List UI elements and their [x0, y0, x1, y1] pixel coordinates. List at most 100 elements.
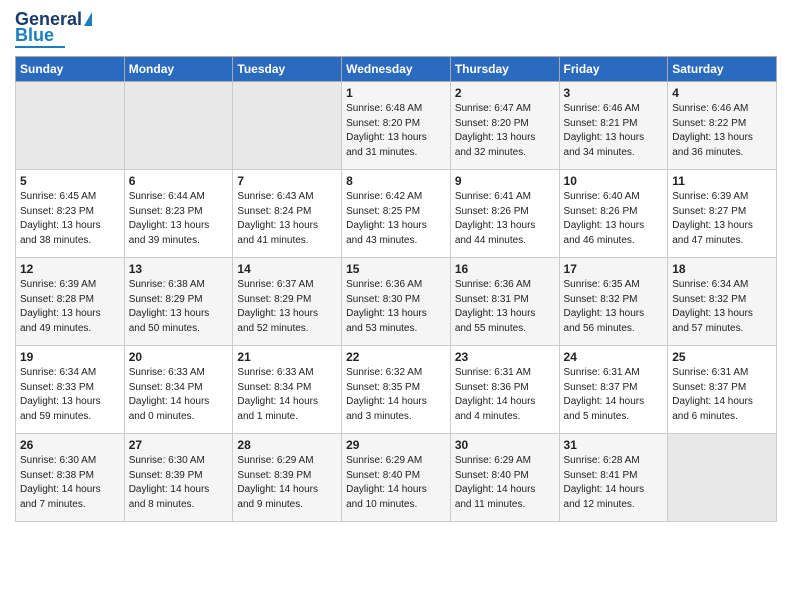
day-info: Sunrise: 6:31 AM Sunset: 8:37 PM Dayligh… [564, 366, 664, 424]
calendar-cell [16, 82, 125, 170]
calendar-header-row: SundayMondayTuesdayWednesdayThursdayFrid… [16, 57, 777, 82]
calendar-cell: 24 Sunrise: 6:31 AM Sunset: 8:37 PM Dayli… [559, 346, 668, 434]
day-number: 27 [129, 438, 229, 452]
calendar-cell [668, 434, 777, 522]
calendar-cell: 10Sunrise: 6:40 AM Sunset: 8:26 PM Dayli… [559, 170, 668, 258]
day-number: 19 [20, 350, 120, 364]
day-number: 31 [564, 438, 664, 452]
calendar-cell: 27 Sunrise: 6:30 AM Sunset: 8:39 PM Dayli… [124, 434, 233, 522]
day-number: 7 [237, 174, 337, 188]
week-row-4: 19 Sunrise: 6:34 AM Sunset: 8:33 PM Dayli… [16, 346, 777, 434]
day-number: 23 [455, 350, 555, 364]
day-number: 14 [237, 262, 337, 276]
day-number: 11 [672, 174, 772, 188]
day-number: 8 [346, 174, 446, 188]
day-info: Sunrise: 6:28 AM Sunset: 8:41 PM Dayligh… [564, 454, 664, 512]
day-number: 30 [455, 438, 555, 452]
col-header-sunday: Sunday [16, 57, 125, 82]
calendar-cell: 26 Sunrise: 6:30 AM Sunset: 8:38 PM Dayli… [16, 434, 125, 522]
calendar-table: SundayMondayTuesdayWednesdayThursdayFrid… [15, 56, 777, 522]
day-info: Sunrise: 6:29 AM Sunset: 8:39 PM Dayligh… [237, 454, 337, 512]
day-info: Sunrise: 6:46 AM Sunset: 8:22 PM Dayligh… [672, 102, 772, 160]
calendar-cell: 4 Sunrise: 6:46 AM Sunset: 8:22 PM Daylig… [668, 82, 777, 170]
day-info: Sunrise: 6:36 AM Sunset: 8:31 PM Dayligh… [455, 278, 555, 336]
day-number: 3 [564, 86, 664, 100]
week-row-5: 26 Sunrise: 6:30 AM Sunset: 8:38 PM Dayli… [16, 434, 777, 522]
day-info: Sunrise: 6:39 AM Sunset: 8:28 PM Dayligh… [20, 278, 120, 336]
calendar-cell: 6 Sunrise: 6:44 AM Sunset: 8:23 PM Daylig… [124, 170, 233, 258]
week-row-2: 5 Sunrise: 6:45 AM Sunset: 8:23 PM Daylig… [16, 170, 777, 258]
day-number: 26 [20, 438, 120, 452]
day-info: Sunrise: 6:33 AM Sunset: 8:34 PM Dayligh… [237, 366, 337, 424]
col-header-tuesday: Tuesday [233, 57, 342, 82]
calendar-cell: 17Sunrise: 6:35 AM Sunset: 8:32 PM Dayli… [559, 258, 668, 346]
col-header-friday: Friday [559, 57, 668, 82]
day-info: Sunrise: 6:44 AM Sunset: 8:23 PM Dayligh… [129, 190, 229, 248]
day-number: 6 [129, 174, 229, 188]
calendar-cell: 28 Sunrise: 6:29 AM Sunset: 8:39 PM Dayli… [233, 434, 342, 522]
week-row-1: 1Sunrise: 6:48 AM Sunset: 8:20 PM Daylig… [16, 82, 777, 170]
day-number: 4 [672, 86, 772, 100]
calendar-cell: 7Sunrise: 6:43 AM Sunset: 8:24 PM Daylig… [233, 170, 342, 258]
day-info: Sunrise: 6:29 AM Sunset: 8:40 PM Dayligh… [455, 454, 555, 512]
calendar-cell: 25Sunrise: 6:31 AM Sunset: 8:37 PM Dayli… [668, 346, 777, 434]
calendar-cell: 2 Sunrise: 6:47 AM Sunset: 8:20 PM Daylig… [450, 82, 559, 170]
day-number: 12 [20, 262, 120, 276]
day-number: 22 [346, 350, 446, 364]
calendar-cell: 5 Sunrise: 6:45 AM Sunset: 8:23 PM Daylig… [16, 170, 125, 258]
day-number: 18 [672, 262, 772, 276]
page-header: General Blue [15, 10, 777, 48]
logo-blue: Blue [15, 26, 54, 44]
col-header-saturday: Saturday [668, 57, 777, 82]
week-row-3: 12 Sunrise: 6:39 AM Sunset: 8:28 PM Dayli… [16, 258, 777, 346]
day-number: 20 [129, 350, 229, 364]
calendar-cell: 20Sunrise: 6:33 AM Sunset: 8:34 PM Dayli… [124, 346, 233, 434]
day-number: 9 [455, 174, 555, 188]
day-info: Sunrise: 6:39 AM Sunset: 8:27 PM Dayligh… [672, 190, 772, 248]
calendar-cell: 8 Sunrise: 6:42 AM Sunset: 8:25 PM Daylig… [342, 170, 451, 258]
calendar-cell: 18 Sunrise: 6:34 AM Sunset: 8:32 PM Dayli… [668, 258, 777, 346]
day-info: Sunrise: 6:45 AM Sunset: 8:23 PM Dayligh… [20, 190, 120, 248]
day-info: Sunrise: 6:32 AM Sunset: 8:35 PM Dayligh… [346, 366, 446, 424]
day-number: 2 [455, 86, 555, 100]
col-header-thursday: Thursday [450, 57, 559, 82]
calendar-cell [233, 82, 342, 170]
logo: General Blue [15, 10, 92, 48]
day-info: Sunrise: 6:37 AM Sunset: 8:29 PM Dayligh… [237, 278, 337, 336]
calendar-cell: 14 Sunrise: 6:37 AM Sunset: 8:29 PM Dayli… [233, 258, 342, 346]
day-info: Sunrise: 6:34 AM Sunset: 8:32 PM Dayligh… [672, 278, 772, 336]
day-info: Sunrise: 6:48 AM Sunset: 8:20 PM Dayligh… [346, 102, 446, 160]
day-info: Sunrise: 6:31 AM Sunset: 8:36 PM Dayligh… [455, 366, 555, 424]
day-info: Sunrise: 6:38 AM Sunset: 8:29 PM Dayligh… [129, 278, 229, 336]
day-info: Sunrise: 6:47 AM Sunset: 8:20 PM Dayligh… [455, 102, 555, 160]
day-info: Sunrise: 6:34 AM Sunset: 8:33 PM Dayligh… [20, 366, 120, 424]
day-number: 29 [346, 438, 446, 452]
day-number: 16 [455, 262, 555, 276]
calendar-cell: 19 Sunrise: 6:34 AM Sunset: 8:33 PM Dayli… [16, 346, 125, 434]
calendar-cell [124, 82, 233, 170]
calendar-cell: 15 Sunrise: 6:36 AM Sunset: 8:30 PM Dayli… [342, 258, 451, 346]
col-header-monday: Monday [124, 57, 233, 82]
calendar-cell: 30 Sunrise: 6:29 AM Sunset: 8:40 PM Dayli… [450, 434, 559, 522]
day-info: Sunrise: 6:41 AM Sunset: 8:26 PM Dayligh… [455, 190, 555, 248]
day-info: Sunrise: 6:46 AM Sunset: 8:21 PM Dayligh… [564, 102, 664, 160]
day-info: Sunrise: 6:30 AM Sunset: 8:39 PM Dayligh… [129, 454, 229, 512]
day-info: Sunrise: 6:31 AM Sunset: 8:37 PM Dayligh… [672, 366, 772, 424]
calendar-cell: 31 Sunrise: 6:28 AM Sunset: 8:41 PM Dayli… [559, 434, 668, 522]
day-number: 13 [129, 262, 229, 276]
day-info: Sunrise: 6:29 AM Sunset: 8:40 PM Dayligh… [346, 454, 446, 512]
col-header-wednesday: Wednesday [342, 57, 451, 82]
calendar-cell: 1Sunrise: 6:48 AM Sunset: 8:20 PM Daylig… [342, 82, 451, 170]
day-number: 10 [564, 174, 664, 188]
day-info: Sunrise: 6:36 AM Sunset: 8:30 PM Dayligh… [346, 278, 446, 336]
day-info: Sunrise: 6:30 AM Sunset: 8:38 PM Dayligh… [20, 454, 120, 512]
day-number: 15 [346, 262, 446, 276]
day-number: 24 [564, 350, 664, 364]
day-number: 28 [237, 438, 337, 452]
day-info: Sunrise: 6:42 AM Sunset: 8:25 PM Dayligh… [346, 190, 446, 248]
calendar-cell: 22 Sunrise: 6:32 AM Sunset: 8:35 PM Dayli… [342, 346, 451, 434]
calendar-cell: 21Sunrise: 6:33 AM Sunset: 8:34 PM Dayli… [233, 346, 342, 434]
logo-triangle-icon [84, 12, 92, 26]
calendar-cell: 23 Sunrise: 6:31 AM Sunset: 8:36 PM Dayli… [450, 346, 559, 434]
day-number: 5 [20, 174, 120, 188]
